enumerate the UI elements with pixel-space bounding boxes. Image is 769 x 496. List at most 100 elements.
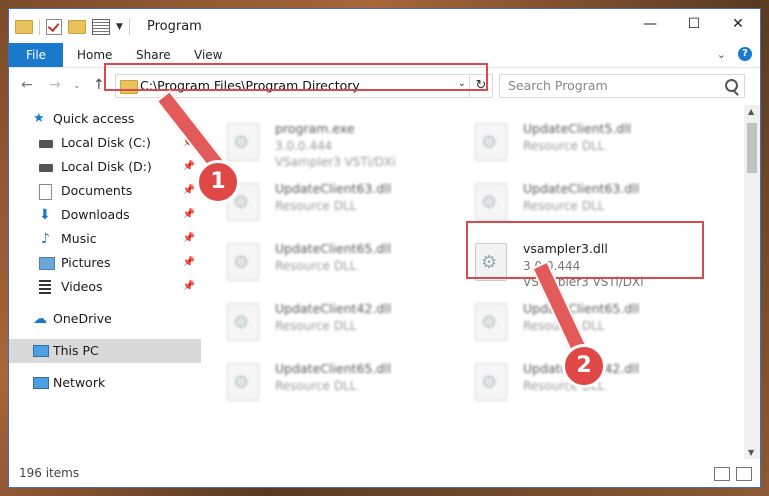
sidebar-item-label: This PC: [53, 343, 99, 358]
step-badge-1: 1: [196, 160, 240, 204]
video-icon: [39, 280, 51, 294]
window-title: Program: [147, 19, 202, 34]
sidebar-item-label: Videos: [61, 279, 103, 294]
chevron-down-icon[interactable]: ▼: [116, 22, 123, 32]
sidebar-item-label: OneDrive: [53, 311, 112, 326]
pin-icon[interactable]: 📌: [183, 155, 195, 179]
chevron-down-icon[interactable]: ⌄: [458, 78, 466, 89]
sidebar-item-documents[interactable]: Documents 📌: [9, 179, 201, 203]
star-icon: ★: [33, 111, 45, 126]
properties-check-icon[interactable]: [46, 19, 62, 35]
sidebar-item-this-pc[interactable]: This PC: [9, 339, 201, 363]
file-name: program.exe: [275, 121, 355, 136]
dll-file-icon: [475, 123, 507, 161]
new-folder-icon[interactable]: [68, 20, 86, 34]
file-item-vsampler3-dll[interactable]: vsampler3.dll 3.0.0.444 VSampler3 VSTi/D…: [453, 233, 683, 289]
sidebar-item-network[interactable]: Network: [9, 371, 201, 395]
file-name: vsampler3.dll: [523, 241, 608, 256]
status-bar: 196 items: [9, 459, 760, 487]
file-item[interactable]: UpdateClient65.dll Resource DLL: [205, 353, 435, 409]
drive-icon: [39, 140, 53, 148]
file-name: UpdateClient63.dll: [275, 181, 392, 196]
scroll-up-icon[interactable]: ▲: [748, 107, 754, 116]
cloud-icon: ☁: [33, 311, 47, 327]
view-options-icon[interactable]: [92, 19, 110, 35]
forward-arrow-icon[interactable]: →: [49, 77, 61, 93]
sidebar-item-pictures[interactable]: Pictures 📌: [9, 251, 201, 275]
drive-icon: [39, 164, 53, 172]
sidebar-item-videos[interactable]: Videos 📌: [9, 275, 201, 299]
back-arrow-icon[interactable]: ←: [21, 77, 33, 93]
sidebar-item-label: Local Disk (D:): [61, 159, 152, 174]
file-item[interactable]: UpdateClient42.dll Resource DLL: [205, 293, 435, 349]
address-path[interactable]: C:\Program Files\Program Directory: [140, 78, 360, 93]
large-icons-view-icon[interactable]: [736, 467, 752, 481]
network-icon: [33, 377, 49, 389]
file-name: UpdateClient63.dll: [523, 181, 640, 196]
documents-icon: [39, 184, 52, 200]
sidebar-item-local-disk-c[interactable]: Local Disk (C:) 📌: [9, 131, 201, 155]
dll-file-icon: [227, 363, 259, 401]
expand-ribbon-icon[interactable]: ⌄: [717, 48, 726, 61]
download-icon: ⬇: [39, 207, 51, 223]
sidebar-item-label: Network: [53, 375, 106, 390]
dll-file-icon: [475, 183, 507, 221]
explorer-window: ▼ Program — ☐ ✕ File Home Share View ⌄ ?…: [8, 8, 761, 488]
file-item[interactable]: UpdateClient65.dll Resource DLL: [205, 233, 435, 289]
file-detail: Resource DLL: [275, 379, 357, 393]
scrollbar-thumb[interactable]: [747, 123, 757, 173]
file-name: UpdateClient65.dll: [523, 301, 640, 316]
toolbar-separator: [39, 19, 40, 35]
tab-view[interactable]: View: [194, 43, 222, 67]
file-detail: 3.0.0.444: [275, 139, 333, 153]
toolbar-separator: [128, 19, 130, 35]
close-button[interactable]: ✕: [716, 9, 760, 39]
folder-icon[interactable]: [15, 20, 33, 34]
pin-icon[interactable]: 📌: [183, 251, 195, 275]
item-count: 196 items: [19, 466, 80, 480]
vertical-scrollbar[interactable]: ▲ ▼: [744, 105, 760, 459]
file-name: UpdateClient65.dll: [275, 361, 392, 376]
sidebar-item-onedrive[interactable]: ☁ OneDrive: [9, 307, 201, 331]
folder-icon: [120, 80, 138, 94]
sidebar-item-label: Local Disk (C:): [61, 135, 151, 150]
details-view-icon[interactable]: [714, 467, 730, 481]
sidebar-item-music[interactable]: ♪ Music 📌: [9, 227, 201, 251]
dll-file-icon: [475, 303, 507, 341]
file-item[interactable]: program.exe 3.0.0.444 VSampler3 VSTi/DXi: [205, 113, 435, 169]
tab-share[interactable]: Share: [136, 43, 171, 67]
sidebar-item-local-disk-d[interactable]: Local Disk (D:) 📌: [9, 155, 201, 179]
music-icon: ♪: [41, 231, 50, 247]
file-name: UpdateClient5.dll: [523, 121, 632, 136]
computer-icon: [33, 345, 49, 357]
pin-icon[interactable]: 📌: [183, 275, 195, 299]
scroll-down-icon[interactable]: ▼: [748, 448, 754, 457]
refresh-icon[interactable]: ↻: [469, 75, 492, 97]
pin-icon[interactable]: 📌: [183, 227, 195, 251]
sidebar-item-label: Downloads: [61, 207, 130, 222]
ribbon-right-controls: ⌄ ?: [717, 47, 752, 61]
pin-icon[interactable]: 📌: [183, 203, 195, 227]
minimize-button[interactable]: —: [628, 9, 672, 39]
sidebar-item-label: Documents: [61, 183, 133, 198]
search-input[interactable]: Search Program: [508, 78, 608, 93]
dll-file-icon: [227, 303, 259, 341]
tab-file[interactable]: File: [9, 43, 63, 67]
recent-locations-chevron-icon[interactable]: ⌄: [73, 81, 81, 91]
search-box[interactable]: Search Program: [499, 74, 745, 98]
file-detail: VSampler3 VSTi/DXi: [275, 155, 396, 169]
dll-file-icon: [475, 243, 507, 281]
navigation-bar: ← → ⌄ ↑ C:\Program Files\Program Directo…: [9, 71, 760, 101]
help-icon[interactable]: ?: [738, 47, 752, 61]
sidebar-item-label: Music: [61, 231, 97, 246]
dll-file-icon: [475, 363, 507, 401]
pictures-icon: [39, 257, 55, 270]
file-item[interactable]: UpdateClient5.dll Resource DLL: [453, 113, 683, 169]
tab-home[interactable]: Home: [77, 43, 112, 67]
up-arrow-icon[interactable]: ↑: [93, 77, 105, 93]
file-item[interactable]: UpdateClient63.dll Resource DLL: [453, 173, 683, 229]
file-name: UpdateClient65.dll: [275, 241, 392, 256]
sidebar-item-downloads[interactable]: ⬇ Downloads 📌: [9, 203, 201, 227]
pin-icon[interactable]: 📌: [183, 179, 195, 203]
maximize-button[interactable]: ☐: [672, 9, 716, 39]
